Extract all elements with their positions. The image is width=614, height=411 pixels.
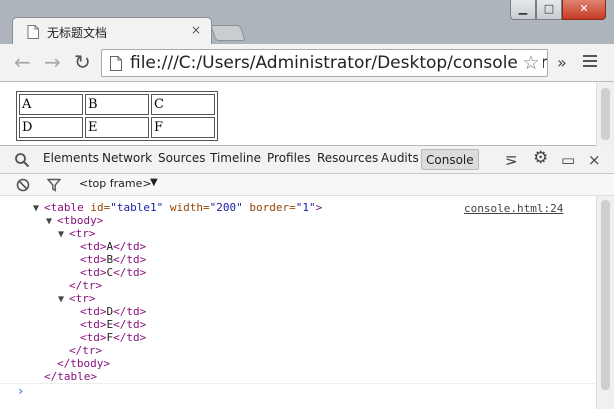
page-viewport: A B C D E F bbox=[0, 82, 614, 146]
source-link[interactable]: console.html:24 bbox=[464, 202, 563, 215]
tab-profiles[interactable]: Profiles bbox=[267, 151, 311, 165]
dock-side-icon[interactable]: ▭ bbox=[561, 151, 575, 169]
console-toolbar: <top frame> ▼ bbox=[0, 174, 614, 196]
document-icon bbox=[27, 25, 39, 39]
reload-icon[interactable]: ↻ bbox=[74, 52, 91, 72]
expand-triangle-icon[interactable]: ▼ bbox=[46, 215, 57, 228]
table-row: A B C bbox=[19, 94, 215, 115]
maximize-button[interactable]: □ bbox=[536, 0, 562, 20]
close-devtools-icon[interactable]: × bbox=[588, 151, 601, 169]
window-titlebar: 无标题文档 × ▁ □ ✕ bbox=[0, 0, 614, 44]
browser-tab[interactable]: 无标题文档 × bbox=[12, 17, 212, 44]
console-output: console.html:24 ▼ <table id="table1" widt… bbox=[0, 196, 596, 409]
expand-triangle-icon[interactable]: ▼ bbox=[58, 293, 69, 306]
table-row: D E F bbox=[19, 117, 215, 138]
table-cell: B bbox=[85, 94, 149, 115]
table-cell: C bbox=[151, 94, 215, 115]
dom-node-td[interactable]: <td>C</td> bbox=[80, 266, 146, 279]
dom-node-td[interactable]: <td>D</td> bbox=[80, 305, 146, 318]
table-cell: A bbox=[19, 94, 83, 115]
tab-title: 无标题文档 bbox=[47, 26, 108, 40]
expand-triangle-icon[interactable]: ▼ bbox=[33, 202, 44, 215]
settings-gear-icon[interactable]: ⚙ bbox=[533, 149, 548, 167]
dom-node-td[interactable]: <td>A</td> bbox=[80, 240, 146, 253]
chevron-down-icon[interactable]: ▼ bbox=[150, 177, 158, 188]
close-window-button[interactable]: ✕ bbox=[562, 0, 606, 20]
tab-timeline[interactable]: Timeline bbox=[210, 151, 261, 165]
close-tab-icon[interactable]: × bbox=[191, 23, 201, 37]
tab-elements[interactable]: Elements bbox=[43, 151, 99, 165]
dom-node-td[interactable]: <td>E</td> bbox=[80, 318, 146, 331]
tab-sources[interactable]: Sources bbox=[158, 151, 205, 165]
page-scrollbar[interactable] bbox=[596, 82, 614, 146]
dom-node-td[interactable]: <td>B</td> bbox=[80, 253, 146, 266]
tab-audits[interactable]: Audits bbox=[381, 151, 419, 165]
divider bbox=[0, 383, 596, 384]
extensions-chevron-icon[interactable]: » bbox=[557, 53, 567, 72]
new-tab-button[interactable] bbox=[210, 25, 246, 41]
clear-console-icon[interactable] bbox=[16, 178, 30, 192]
dom-node-tr-close[interactable]: </tr> bbox=[69, 279, 102, 292]
scrollbar-thumb[interactable] bbox=[601, 88, 610, 140]
console-scrollbar[interactable] bbox=[596, 196, 614, 409]
tab-resources[interactable]: Resources bbox=[317, 151, 378, 165]
inspect-search-icon[interactable] bbox=[14, 152, 30, 168]
devtools-tab-bar: Elements Network Sources Timeline Profil… bbox=[0, 146, 614, 174]
dom-node-tr-close[interactable]: </tr> bbox=[69, 344, 102, 357]
table-cell: F bbox=[151, 117, 215, 138]
dom-node-tbody[interactable]: ▼ <tbody> bbox=[46, 214, 103, 227]
dom-node-table-close[interactable]: </table> bbox=[44, 370, 97, 383]
forward-arrow-icon[interactable]: → bbox=[44, 52, 61, 72]
console-prompt[interactable]: › bbox=[17, 384, 24, 398]
expand-triangle-icon[interactable]: ▼ bbox=[58, 228, 69, 241]
table-cell: E bbox=[85, 117, 149, 138]
bookmark-star-icon[interactable]: ☆ bbox=[519, 51, 543, 75]
back-arrow-icon[interactable]: ← bbox=[14, 52, 31, 72]
frame-selector[interactable]: <top frame> bbox=[79, 177, 152, 190]
url-text[interactable]: file:///C:/Users/Administrator/Desktop/c… bbox=[130, 53, 547, 73]
show-drawer-icon[interactable]: ⋝ bbox=[505, 151, 518, 169]
dom-node-tr[interactable]: ▼ <tr> bbox=[58, 292, 96, 305]
menu-icon[interactable] bbox=[583, 55, 597, 69]
table-cell: D bbox=[19, 117, 83, 138]
filter-icon[interactable] bbox=[47, 178, 61, 192]
page-table: A B C D E F bbox=[16, 91, 218, 141]
dom-node-tbody-close[interactable]: </tbody> bbox=[57, 357, 110, 370]
address-bar[interactable]: file:///C:/Users/Administrator/Desktop/c… bbox=[101, 49, 548, 77]
dom-node-table[interactable]: ▼ <table id="table1" width="200" border="… bbox=[33, 201, 322, 214]
minimize-button[interactable]: ▁ bbox=[510, 0, 536, 20]
browser-toolbar: ← → ↻ file:///C:/Users/Administrator/Des… bbox=[0, 44, 614, 82]
page-icon bbox=[110, 56, 122, 71]
dom-node-tr[interactable]: ▼ <tr> bbox=[58, 227, 96, 240]
scrollbar-thumb[interactable] bbox=[601, 200, 610, 390]
dom-node-td[interactable]: <td>F</td> bbox=[80, 331, 146, 344]
tab-console[interactable]: Console bbox=[421, 149, 479, 170]
tab-network[interactable]: Network bbox=[102, 151, 152, 165]
